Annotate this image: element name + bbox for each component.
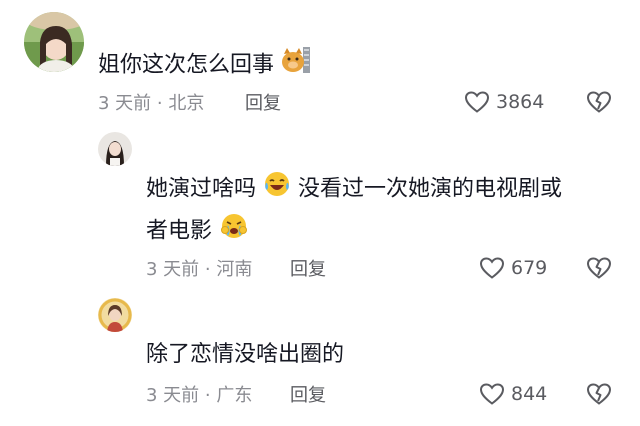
crying-emoji-icon xyxy=(219,212,249,251)
comment-text: 姐你这次怎么回事 xyxy=(98,46,311,85)
dislike-button[interactable] xyxy=(586,256,612,284)
avatar[interactable] xyxy=(24,12,84,72)
dislike-button[interactable] xyxy=(586,90,612,118)
avatar-photo xyxy=(98,132,132,166)
laugh-cry-emoji-icon xyxy=(263,170,291,209)
like-button[interactable]: 3864 xyxy=(464,90,544,114)
reply-button[interactable]: 回复 xyxy=(290,258,326,282)
like-count: 3864 xyxy=(496,91,545,113)
like-count: 679 xyxy=(511,257,548,279)
broken-heart-icon xyxy=(586,91,612,113)
comment-meta: 3 天前 · 北京 xyxy=(98,93,205,114)
comment-text: 除了恋情没啥出圈的 xyxy=(146,342,345,367)
avatar-photo xyxy=(24,12,84,72)
avatar-photo xyxy=(98,298,132,332)
dislike-button[interactable] xyxy=(586,382,612,410)
heart-icon xyxy=(479,257,505,279)
reply-button[interactable]: 回复 xyxy=(245,92,281,116)
avatar[interactable] xyxy=(98,298,132,332)
avatar[interactable] xyxy=(98,132,132,166)
like-button[interactable]: 679 xyxy=(479,256,547,280)
like-button[interactable]: 844 xyxy=(479,382,547,406)
comment-meta: 3 天前 · 河南 xyxy=(146,259,253,280)
pig-emoji-icon xyxy=(281,46,311,85)
heart-icon xyxy=(479,383,505,405)
broken-heart-icon xyxy=(586,257,612,279)
like-count: 844 xyxy=(511,383,548,405)
comment-meta: 3 天前 · 广东 xyxy=(146,385,253,406)
comment-text: 她演过啥吗 没看过一次她演的电视剧或 xyxy=(146,170,562,209)
heart-icon xyxy=(464,91,490,113)
reply-button[interactable]: 回复 xyxy=(290,384,326,408)
comment-text: 者电影 xyxy=(146,212,249,251)
broken-heart-icon xyxy=(586,383,612,405)
